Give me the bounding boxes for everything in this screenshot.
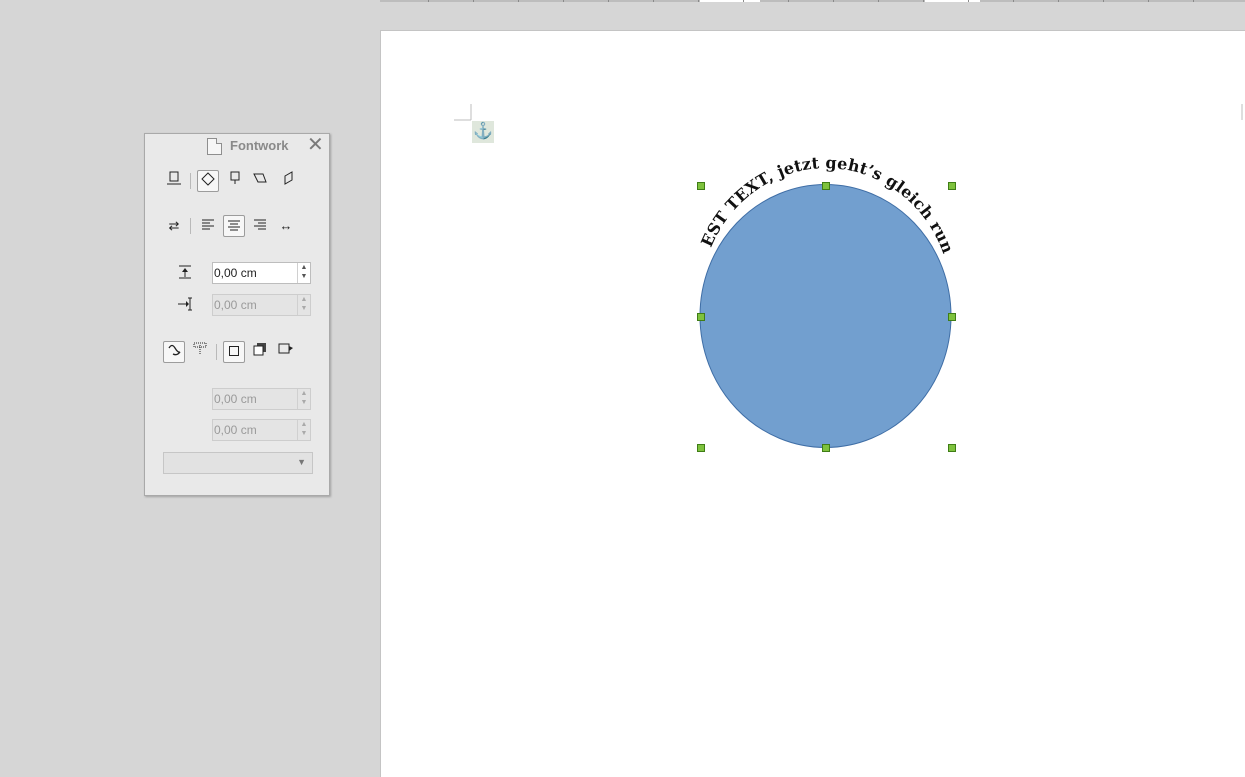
text-frame-button[interactable] bbox=[189, 341, 211, 363]
text-frame-icon bbox=[193, 342, 207, 355]
fontwork-panel: Fontwork ✕ ⇄ ↔ 0,00 cm ▲ ▼ 0,00 cm ▲ ▼ 0… bbox=[144, 133, 330, 496]
spin-arrows[interactable]: ▲ ▼ bbox=[297, 420, 310, 440]
resize-handle-right[interactable] bbox=[948, 313, 956, 321]
slant-vertical-button[interactable] bbox=[277, 170, 299, 192]
resize-handle-top[interactable] bbox=[822, 182, 830, 190]
vertical-shadow-icon bbox=[253, 343, 266, 356]
spin-arrows[interactable]: ▲ ▼ bbox=[297, 263, 310, 283]
resize-handle-top-left[interactable] bbox=[697, 182, 705, 190]
slant-horizontal-button[interactable] bbox=[249, 170, 271, 192]
distance-icon bbox=[175, 264, 195, 284]
align-right-button[interactable] bbox=[249, 215, 271, 237]
spin-arrows[interactable]: ▲ ▼ bbox=[297, 295, 310, 315]
stretch-button[interactable]: ↔ bbox=[275, 215, 297, 237]
distance-value: 0,00 cm bbox=[214, 266, 257, 280]
rotate-button[interactable] bbox=[197, 170, 219, 192]
slant-shadow-button[interactable] bbox=[275, 341, 297, 363]
distance-spinbox[interactable]: 0,00 cm ▲ ▼ bbox=[212, 262, 311, 284]
align-left-icon bbox=[202, 219, 214, 230]
slant-shadow-icon bbox=[278, 343, 293, 354]
circle-shape bbox=[699, 184, 952, 448]
shadow-y-value: 0,00 cm bbox=[214, 423, 257, 437]
panel-title: Fontwork bbox=[230, 138, 289, 153]
shadow-x-value: 0,00 cm bbox=[214, 392, 257, 406]
separator bbox=[216, 344, 217, 360]
resize-handle-top-right[interactable] bbox=[948, 182, 956, 190]
document-icon bbox=[207, 138, 222, 155]
align-right-icon bbox=[254, 219, 266, 230]
fontwork-titlebar[interactable]: Fontwork ✕ bbox=[145, 134, 329, 158]
rotate-icon bbox=[201, 172, 215, 186]
style-off-icon bbox=[167, 171, 181, 185]
align-left-button[interactable] bbox=[197, 215, 219, 237]
indent-icon bbox=[175, 296, 195, 316]
style-off-button[interactable] bbox=[163, 170, 185, 192]
spin-arrows[interactable]: ▲ ▼ bbox=[297, 389, 310, 409]
no-shadow-icon bbox=[229, 346, 239, 356]
separator bbox=[190, 173, 191, 189]
slant-horizontal-icon bbox=[253, 173, 267, 183]
shadow-y-spinbox[interactable]: 0,00 cm ▲ ▼ bbox=[212, 419, 311, 441]
slant-vertical-icon bbox=[284, 171, 293, 185]
chevron-down-icon: ▼ bbox=[297, 457, 306, 467]
indent-spinbox[interactable]: 0,00 cm ▲ ▼ bbox=[212, 294, 311, 316]
upright-button[interactable] bbox=[225, 170, 247, 192]
orientation-button[interactable]: ⇄ bbox=[163, 215, 185, 237]
resize-handle-bottom-left[interactable] bbox=[697, 444, 705, 452]
align-center-button[interactable] bbox=[223, 215, 245, 237]
indent-value: 0,00 cm bbox=[214, 298, 257, 312]
separator bbox=[190, 218, 191, 234]
resize-handle-bottom-right[interactable] bbox=[948, 444, 956, 452]
close-icon[interactable]: ✕ bbox=[307, 135, 324, 155]
contour-button[interactable] bbox=[163, 341, 185, 363]
upright-icon bbox=[230, 171, 240, 184]
shadow-x-spinbox[interactable]: 0,00 cm ▲ ▼ bbox=[212, 388, 311, 410]
shadow-color-dropdown[interactable]: ▼ bbox=[163, 452, 313, 474]
swap-arrows-icon: ⇄ bbox=[168, 218, 180, 233]
vertical-shadow-button[interactable] bbox=[249, 341, 271, 363]
align-center-icon bbox=[228, 220, 240, 231]
resize-handle-left[interactable] bbox=[697, 313, 705, 321]
stretch-arrows-icon: ↔ bbox=[279, 218, 293, 233]
no-shadow-button[interactable] bbox=[223, 341, 245, 363]
resize-handle-bottom[interactable] bbox=[822, 444, 830, 452]
contour-icon bbox=[168, 344, 181, 356]
